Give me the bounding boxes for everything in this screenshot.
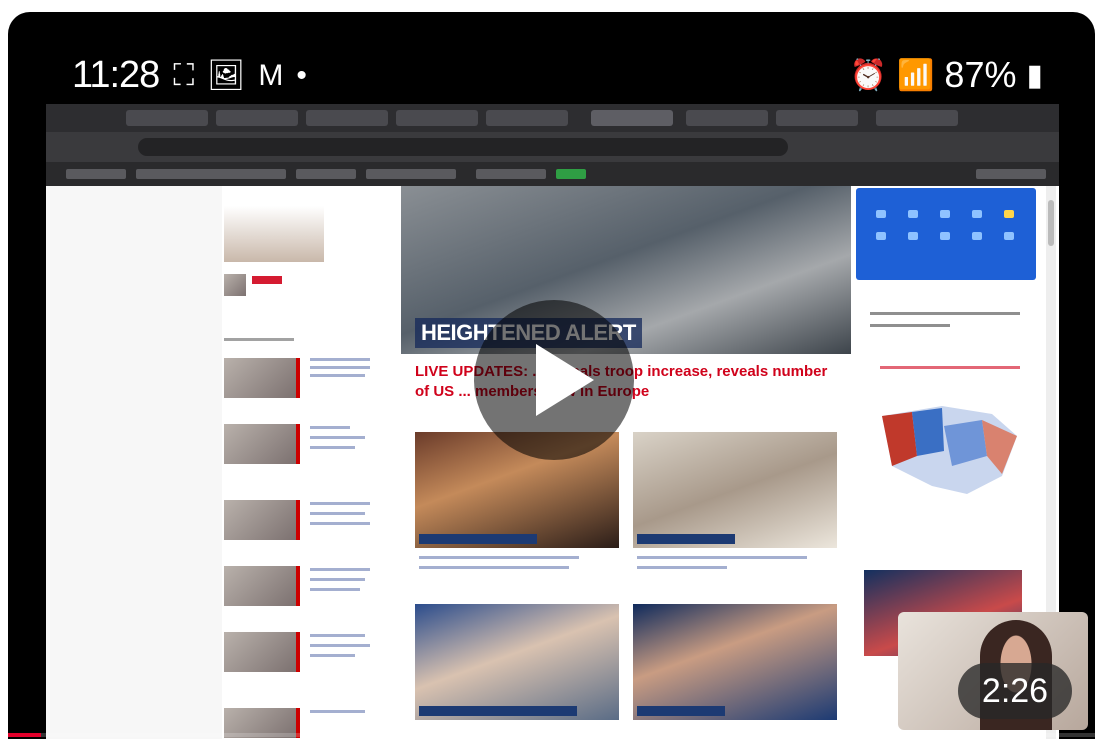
us-map-graphic[interactable] xyxy=(872,396,1022,506)
sidebar-caption[interactable] xyxy=(310,634,365,637)
weather-widget[interactable] xyxy=(856,188,1036,280)
main-column: HEIGHTENED ALERT LIVE UPDATES: ... signa… xyxy=(401,186,851,739)
browser-tab[interactable] xyxy=(306,110,388,126)
sidebar-badge xyxy=(252,276,282,284)
sidebar-heading xyxy=(224,338,294,341)
bookmark[interactable] xyxy=(366,169,456,179)
story-image xyxy=(633,604,837,720)
play-icon xyxy=(536,344,594,416)
screenshot-icon: ⛶ xyxy=(173,58,194,92)
sidebar-caption[interactable] xyxy=(310,502,370,505)
battery-icon: ▮ xyxy=(1026,58,1043,92)
video-progress-fill xyxy=(8,733,41,737)
sidebar-caption[interactable] xyxy=(310,568,370,571)
gmail-icon: M xyxy=(258,58,283,92)
battery-percent: 87% xyxy=(944,54,1017,95)
browser-tab-strip xyxy=(46,104,1059,132)
story-image xyxy=(415,604,619,720)
bookmark[interactable] xyxy=(556,169,586,179)
bookmarks-bar xyxy=(46,162,1059,186)
sidebar-thumbnail[interactable] xyxy=(224,206,324,262)
sidebar-thumbnail[interactable] xyxy=(224,566,300,606)
address-bar[interactable] xyxy=(138,138,788,156)
browser-tab[interactable] xyxy=(876,110,958,126)
story-image xyxy=(633,432,837,548)
image-icon: 🖼 xyxy=(207,59,245,92)
sidebar-thumbnail[interactable] xyxy=(224,500,300,540)
dot-icon: • xyxy=(296,58,306,92)
clock: 11:28 xyxy=(72,54,160,96)
story-tag xyxy=(419,534,537,544)
sidebar-thumbnail[interactable] xyxy=(224,424,300,464)
sidebar-caption[interactable] xyxy=(310,710,365,713)
bookmark[interactable] xyxy=(296,169,356,179)
bookmark[interactable] xyxy=(136,169,286,179)
browser-tab[interactable] xyxy=(776,110,858,126)
story-caption xyxy=(419,554,609,576)
story-caption xyxy=(637,554,827,576)
bookmark[interactable] xyxy=(476,169,546,179)
hero-image[interactable]: HEIGHTENED ALERT xyxy=(401,186,851,354)
sidebar-caption[interactable] xyxy=(310,358,370,361)
browser-tab[interactable] xyxy=(486,110,568,126)
story-tag xyxy=(419,706,577,716)
bookmark[interactable] xyxy=(976,169,1046,179)
browser-tab[interactable] xyxy=(126,110,208,126)
page-margin xyxy=(46,186,222,739)
browser-tab-active[interactable] xyxy=(591,110,673,126)
sidebar-thumbnail[interactable] xyxy=(224,358,300,398)
story-tag xyxy=(637,706,725,716)
sidebar-thumbnail[interactable] xyxy=(224,632,300,672)
bookmark[interactable] xyxy=(66,169,126,179)
video-duration: 2:26 xyxy=(958,663,1072,719)
wifi-icon: 📶 xyxy=(897,58,935,92)
browser-tab[interactable] xyxy=(216,110,298,126)
play-button[interactable] xyxy=(474,300,634,460)
sidebar-avatar xyxy=(224,274,246,296)
scroll-thumb[interactable] xyxy=(1048,200,1054,246)
phone-status-bar: 11:28 ⛶ 🖼 M • ⏰ 📶 87% ▮ xyxy=(8,12,1095,104)
alarm-icon: ⏰ xyxy=(849,58,888,92)
poll-bar xyxy=(880,366,1020,369)
news-sidebar xyxy=(224,186,399,739)
browser-toolbar xyxy=(46,132,1059,162)
browser-tab[interactable] xyxy=(396,110,478,126)
story-tag xyxy=(637,534,735,544)
video-progress-bar[interactable] xyxy=(8,733,1095,737)
sidebar-caption[interactable] xyxy=(310,426,350,429)
browser-tab[interactable] xyxy=(686,110,768,126)
